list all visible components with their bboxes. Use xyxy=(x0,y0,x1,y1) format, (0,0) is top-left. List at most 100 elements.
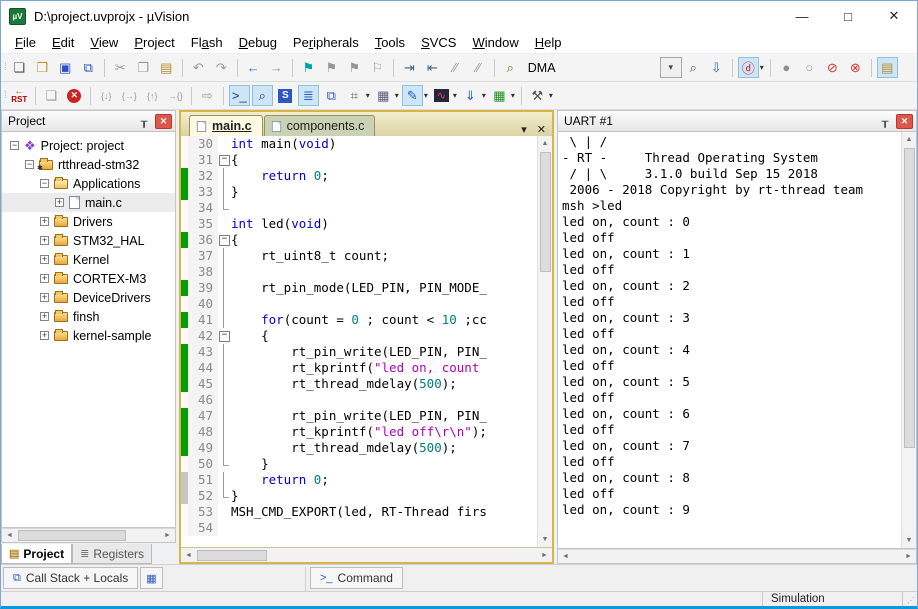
dropdown-caret-icon[interactable]: ▾ xyxy=(511,91,515,100)
disassembly-window-icon[interactable]: ⌕ xyxy=(252,85,273,106)
menu-help[interactable]: Help xyxy=(527,33,570,52)
scroll-right-icon[interactable]: ► xyxy=(901,550,916,563)
tab-memory-window[interactable]: ▦ xyxy=(140,567,162,589)
symbols-window-icon[interactable]: S xyxy=(275,85,296,106)
insert-breakpoint-icon[interactable]: ● xyxy=(776,57,797,78)
close-document-icon[interactable]: ✕ xyxy=(537,123,546,136)
toolbar-grip[interactable]: ⁞ xyxy=(4,90,5,101)
tab-command[interactable]: >_ Command xyxy=(310,567,403,589)
toolbox-icon[interactable]: ▦ xyxy=(489,85,510,106)
redo-icon[interactable]: ↷ xyxy=(211,57,232,78)
update-windows-icon[interactable]: ❏ xyxy=(41,85,62,106)
tree-item-drivers[interactable]: +Drivers xyxy=(2,212,175,231)
serial-windows-icon[interactable]: ≣ xyxy=(298,85,319,106)
navigate-back-icon[interactable]: ← xyxy=(243,57,264,78)
comment-icon[interactable]: ∕∕ xyxy=(445,57,466,78)
minimize-button[interactable]: — xyxy=(779,1,825,31)
tree-item-stm32-hal[interactable]: +STM32_HAL xyxy=(2,231,175,250)
dropdown-caret-icon[interactable]: ▾ xyxy=(424,91,428,100)
find-in-files-icon[interactable]: ⌕ xyxy=(500,57,521,78)
collapse-icon[interactable]: − xyxy=(40,179,49,188)
scroll-left-icon[interactable]: ◄ xyxy=(558,550,573,563)
find-text-value[interactable]: DMA xyxy=(522,61,660,75)
fold-collapse-icon[interactable] xyxy=(218,328,231,344)
editor-tab-components-c[interactable]: components.c xyxy=(264,115,376,136)
panel-tab-registers[interactable]: ≣Registers xyxy=(72,544,152,564)
code-editor[interactable]: 30int main(void)31{32 return 0;33}3435in… xyxy=(181,136,537,547)
run-to-cursor-icon[interactable]: →{} xyxy=(165,85,186,106)
dropdown-caret-icon[interactable]: ▾ xyxy=(549,91,553,100)
expand-icon[interactable]: + xyxy=(40,312,49,321)
scroll-right-icon[interactable]: ► xyxy=(537,548,552,562)
indent-icon[interactable]: ⇥ xyxy=(399,57,420,78)
expand-icon[interactable]: + xyxy=(40,293,49,302)
scroll-up-icon[interactable]: ▲ xyxy=(902,132,916,147)
uart-panel-close-icon[interactable]: ✕ xyxy=(896,114,913,129)
fold-collapse-icon[interactable] xyxy=(218,152,231,168)
uncomment-icon[interactable]: ∕∕ xyxy=(468,57,489,78)
scroll-up-icon[interactable]: ▲ xyxy=(538,136,552,151)
scrollbar-thumb[interactable] xyxy=(904,148,915,448)
menu-project[interactable]: Project xyxy=(126,33,182,52)
expand-icon[interactable]: + xyxy=(40,255,49,264)
command-window-icon[interactable]: >_ xyxy=(229,85,250,106)
toggle-breakpoint-icon[interactable]: ○ xyxy=(799,57,820,78)
incremental-find-icon[interactable]: ⇩ xyxy=(706,57,727,78)
paste-icon[interactable]: ▤ xyxy=(156,57,177,78)
menu-window[interactable]: Window xyxy=(464,33,526,52)
scrollbar-thumb[interactable] xyxy=(540,152,551,272)
prev-bookmark-icon[interactable]: ⚑ xyxy=(344,57,365,78)
copy-icon[interactable]: ❐ xyxy=(133,57,154,78)
tree-item-applications[interactable]: −Applications xyxy=(2,174,175,193)
scroll-left-icon[interactable]: ◄ xyxy=(2,529,17,542)
menu-edit[interactable]: Edit xyxy=(44,33,82,52)
resize-grip[interactable]: ⋰ xyxy=(903,592,917,606)
system-viewer-icon[interactable]: ⇓ xyxy=(460,85,481,106)
disable-all-breakpoints-icon[interactable]: ⊘ xyxy=(822,57,843,78)
tree-item-rtthread-stm32[interactable]: −rtthread-stm32 xyxy=(2,155,175,174)
kill-all-breakpoints-icon[interactable]: ⊗ xyxy=(845,57,866,78)
menu-flash[interactable]: Flash xyxy=(183,33,231,52)
expand-icon[interactable]: + xyxy=(40,236,49,245)
uart-hscrollbar[interactable]: ◄ ► xyxy=(557,549,917,564)
logic-analyzer-icon[interactable]: ∿ xyxy=(431,85,452,106)
open-file-icon[interactable]: ❒ xyxy=(32,57,53,78)
project-hscrollbar[interactable]: ◄ ► xyxy=(1,528,176,543)
expand-icon[interactable]: + xyxy=(40,274,49,283)
menu-debug[interactable]: Debug xyxy=(231,33,285,52)
pin-icon[interactable]: ┰ xyxy=(877,113,893,129)
scrollbar-thumb[interactable] xyxy=(197,550,267,561)
find-in-document-icon[interactable]: ⌕ xyxy=(683,57,704,78)
scrollbar-thumb[interactable] xyxy=(18,530,126,541)
run-to-line-icon[interactable]: ⇨ xyxy=(197,85,218,106)
uart-console[interactable]: \ | / - RT - Thread Operating System / |… xyxy=(558,132,901,548)
menu-tools[interactable]: Tools xyxy=(367,33,413,52)
navigate-forward-icon[interactable]: → xyxy=(266,57,287,78)
editor-hscrollbar[interactable]: ◄ ► xyxy=(181,547,552,562)
save-icon[interactable]: ▣ xyxy=(55,57,76,78)
tree-item-finsh[interactable]: +finsh xyxy=(2,307,175,326)
save-all-icon[interactable]: ⧉ xyxy=(78,57,99,78)
collapse-icon[interactable]: − xyxy=(10,141,19,150)
project-window-toggle-icon[interactable]: ▤ xyxy=(877,57,898,78)
tree-item-devicedrivers[interactable]: +DeviceDrivers xyxy=(2,288,175,307)
toolbar-grip[interactable]: ⁞ xyxy=(4,62,5,73)
trace-windows-icon[interactable]: ⌗ xyxy=(344,85,365,106)
user-tools-icon[interactable]: ⚒ xyxy=(527,85,548,106)
panel-tab-project[interactable]: ▤Project xyxy=(1,544,72,564)
tree-item-kernel-sample[interactable]: +kernel-sample xyxy=(2,326,175,345)
clear-bookmarks-icon[interactable]: ⚐ xyxy=(367,57,388,78)
find-text-combo[interactable]: DMA▾ xyxy=(522,57,682,78)
step-over-icon[interactable]: {→} xyxy=(119,85,140,106)
tab-call-stack-locals[interactable]: ⧉ Call Stack + Locals xyxy=(3,567,138,589)
maximize-button[interactable]: □ xyxy=(825,1,871,31)
new-file-icon[interactable]: ❏ xyxy=(9,57,30,78)
close-button[interactable]: ✕ xyxy=(871,1,917,31)
reset-icon[interactable]: ←RST xyxy=(9,85,30,106)
document-list-icon[interactable]: ▾ xyxy=(521,123,527,136)
project-tree[interactable]: −❖Project: project−rtthread-stm32−Applic… xyxy=(1,132,176,528)
dropdown-caret-icon[interactable]: ▾ xyxy=(760,63,764,72)
uart-vscrollbar[interactable]: ▲ ▼ xyxy=(901,132,916,548)
expand-icon[interactable]: + xyxy=(40,217,49,226)
expand-icon[interactable]: + xyxy=(55,198,64,207)
